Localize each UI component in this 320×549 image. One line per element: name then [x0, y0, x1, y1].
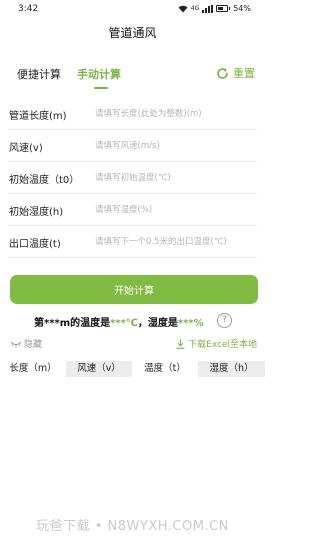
length-input[interactable]	[95, 104, 263, 124]
refresh-icon	[217, 67, 228, 79]
input-form: 管道长度(m) 风速(v) 初始温度（t0） 初始湿度(h) 出口温度(t)	[0, 98, 265, 258]
column-header-humidity: 湿度（h）	[198, 361, 265, 377]
battery-level: 54%	[233, 4, 251, 13]
network-label: 4G	[190, 5, 200, 12]
form-row-speed: 风速(v)	[8, 130, 263, 162]
battery-icon	[216, 5, 229, 12]
download-excel-button[interactable]: 下载Excel至本地	[176, 337, 257, 350]
tab-manual-calc[interactable]: 手动计算	[77, 66, 121, 82]
active-tab-indicator	[94, 87, 108, 89]
form-row-initial-temp: 初始温度（t0）	[8, 162, 263, 194]
length-label: 管道长度(m)	[9, 111, 67, 122]
table-header: 长度（m） 风速（v） 温度（t） 湿度（h）	[0, 361, 265, 377]
initial-temp-label: 初始温度（t0）	[9, 175, 80, 186]
result-prefix: 第***m的温度是	[34, 318, 111, 329]
page-title: 管道通风	[108, 26, 157, 40]
column-header-temperature: 温度（t）	[132, 361, 198, 377]
form-row-length: 管道长度(m)	[8, 98, 263, 130]
watermark: 玩爸下载 • N8WYXH.COM.CN	[36, 519, 229, 534]
download-label: 下载Excel至本地	[188, 340, 257, 350]
status-bar: 3:42 4G 54%	[0, 0, 265, 20]
eye-closed-icon	[10, 341, 22, 347]
reset-label: 重置	[233, 67, 255, 80]
reset-button[interactable]: 重置	[216, 65, 255, 81]
status-icons: 4G 54%	[178, 4, 251, 13]
hide-button[interactable]: 隐藏	[10, 337, 42, 350]
result-temperature: ***℃	[110, 318, 138, 329]
start-calculation-button[interactable]: 开始计算	[10, 275, 258, 304]
column-header-speed: 风速（v）	[66, 361, 132, 377]
hide-label: 隐藏	[24, 340, 43, 350]
tab-bar: 便捷计算 手动计算 重置	[0, 65, 265, 89]
outlet-temp-label: 出口温度(t)	[9, 239, 61, 250]
result-text: 第***m的温度是***℃，湿度是***%	[34, 314, 204, 329]
initial-temp-input[interactable]	[95, 168, 263, 188]
result-line: 第***m的温度是***℃，湿度是***% ?	[0, 313, 265, 329]
column-header-length: 长度（m）	[0, 361, 66, 377]
result-humidity: ***%	[177, 318, 204, 329]
wifi-icon	[178, 5, 188, 12]
outlet-temp-input[interactable]	[95, 232, 263, 252]
form-row-humidity: 初始湿度(h)	[8, 194, 263, 226]
result-middle: ，湿度是	[137, 318, 178, 329]
humidity-input[interactable]	[95, 200, 263, 220]
humidity-label: 初始湿度(h)	[9, 207, 64, 218]
tab-quick-calc[interactable]: 便捷计算	[17, 66, 61, 82]
speed-input[interactable]	[95, 136, 263, 156]
help-icon[interactable]: ?	[217, 313, 232, 328]
download-icon	[176, 339, 185, 349]
form-row-outlet-temp: 出口温度(t)	[8, 226, 263, 258]
speed-label: 风速(v)	[9, 143, 43, 154]
signal-icon	[202, 4, 214, 13]
status-time: 3:42	[18, 4, 39, 14]
table-actions: 隐藏 下载Excel至本地	[0, 337, 265, 351]
